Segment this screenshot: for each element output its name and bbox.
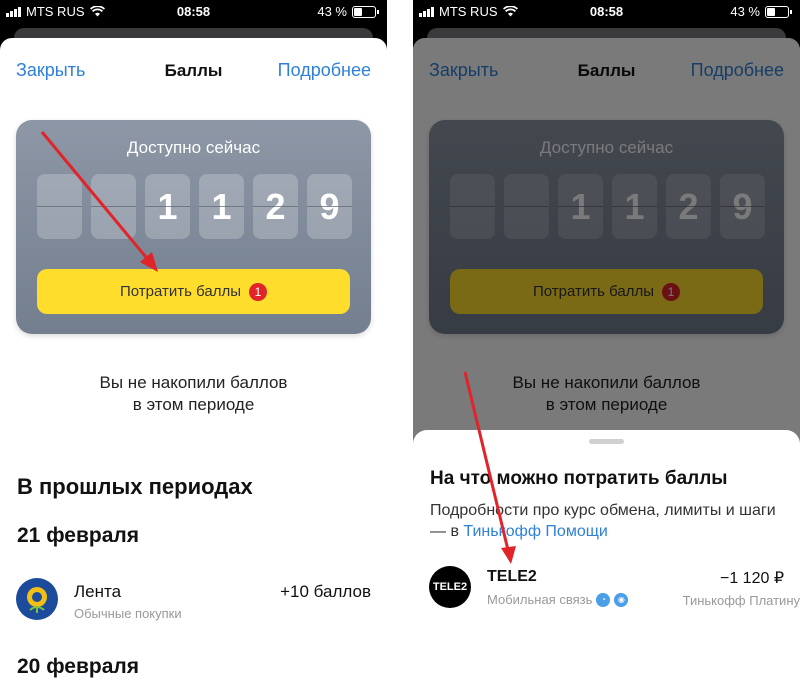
annotation-arrow xyxy=(463,371,516,564)
annotation-arrow xyxy=(40,131,158,272)
left-screen: MTS RUS 08:58 43 % Закрыть Баллы Подробн… xyxy=(0,0,387,689)
right-screen: MTS RUS 08:58 43 % Закрыть Баллы Подробн… xyxy=(413,0,800,689)
separator xyxy=(387,0,413,689)
